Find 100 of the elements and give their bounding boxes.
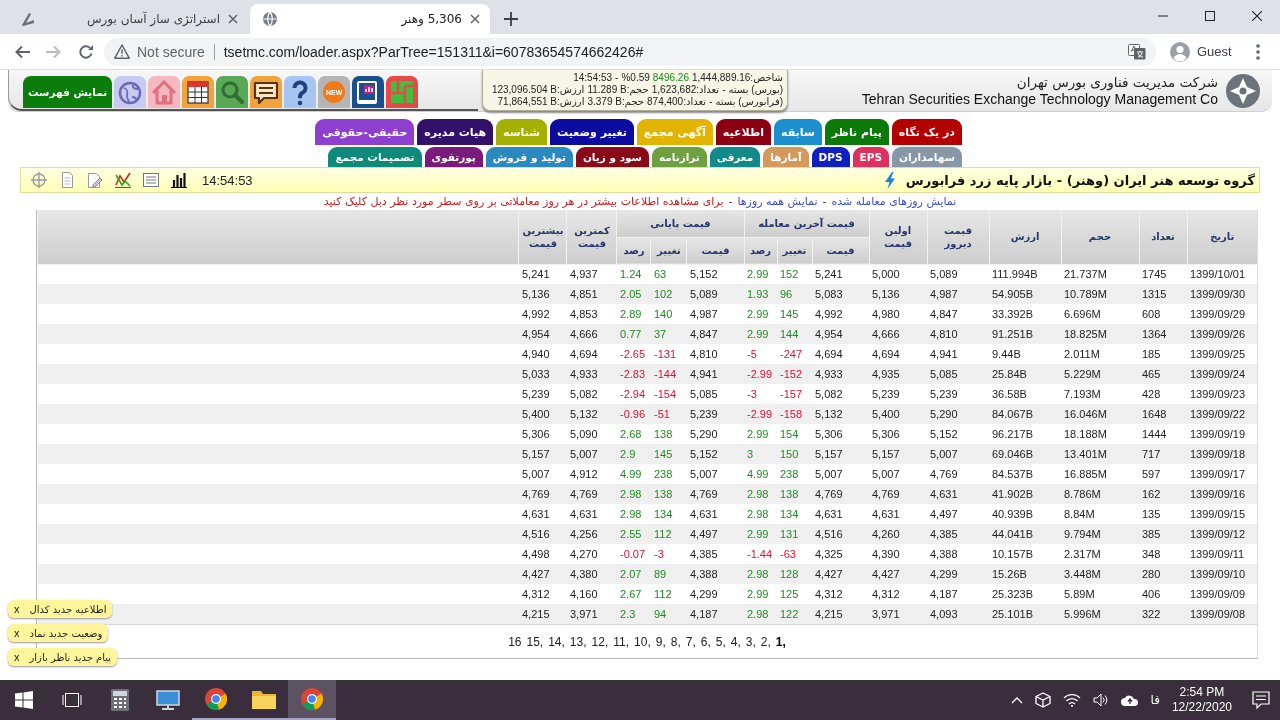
table-cell: 4,516 xyxy=(812,524,869,544)
table-cell: 5,083 xyxy=(812,284,869,304)
column-header: قیمت آخرین معامله xyxy=(744,210,869,237)
table-cell: 2.67 xyxy=(617,584,651,604)
table-cell: 5.89M xyxy=(1061,584,1139,604)
table-cell: 4,388 xyxy=(687,564,744,584)
table-cell: 4,187 xyxy=(687,604,744,624)
table-cell: -3 xyxy=(744,384,777,404)
table-cell: 5,290 xyxy=(927,404,989,424)
table-cell: 280 xyxy=(1139,564,1187,584)
table-cell: 145 xyxy=(651,444,687,464)
table-cell: 0.77 xyxy=(617,324,651,344)
table-cell: 4,093 xyxy=(927,604,989,624)
table-cell: 138 xyxy=(777,484,812,504)
table-cell: 5,152 xyxy=(687,264,744,284)
table-cell: 5,400 xyxy=(519,404,567,424)
notification-text: وضعیت جدید نماد xyxy=(29,627,103,639)
table-cell: 8.84M xyxy=(1061,504,1139,524)
table-cell: 145 xyxy=(777,304,812,324)
table-cell: 4,256 xyxy=(567,524,617,544)
table-cell: -157 xyxy=(777,384,812,404)
table-cell: 4,299 xyxy=(687,584,744,604)
table-cell: 111.994B xyxy=(989,264,1061,284)
table-cell: 5,085 xyxy=(687,384,744,404)
column-header: حجم xyxy=(1061,210,1139,264)
table-cell: 717 xyxy=(1139,444,1187,464)
table-cell: 2.98 xyxy=(744,564,777,584)
table-cell: 4,516 xyxy=(519,524,567,544)
table-cell: 3,971 xyxy=(869,604,927,624)
table-cell: 2.55 xyxy=(617,524,651,544)
table-cell: 1399/09/19 xyxy=(1187,424,1257,444)
table-cell: 5,239 xyxy=(927,384,989,404)
table-cell: 597 xyxy=(1139,464,1187,484)
table-cell: 4,940 xyxy=(519,344,567,364)
table-cell: -2.99 xyxy=(744,364,777,384)
table-cell: -154 xyxy=(651,384,687,404)
table-cell: 4,853 xyxy=(567,304,617,324)
table-cell: 5,007 xyxy=(927,444,989,464)
table-cell: 84.067B xyxy=(989,404,1061,424)
table-cell: 608 xyxy=(1139,304,1187,324)
table-cell: 5,152 xyxy=(687,444,744,464)
table-cell: 1399/10/01 xyxy=(1187,264,1257,284)
table-cell: 1399/09/26 xyxy=(1187,324,1257,344)
table-cell: 4,694 xyxy=(869,344,927,364)
table-cell: 144 xyxy=(777,324,812,344)
table-cell: 4,666 xyxy=(869,324,927,344)
table-cell: 4,299 xyxy=(927,564,989,584)
table-cell: 2.99 xyxy=(744,324,777,344)
table-cell: 4,810 xyxy=(687,344,744,364)
table-cell: 4,312 xyxy=(869,584,927,604)
table-cell: 4.99 xyxy=(617,464,651,484)
table-cell: 1399/09/16 xyxy=(1187,484,1257,504)
table-cell: 1399/09/11 xyxy=(1187,544,1257,564)
table-cell: 4,385 xyxy=(927,524,989,544)
notification-text: پیام جدید ناظر بازار xyxy=(29,651,112,663)
table-cell: -0.07 xyxy=(617,544,651,564)
table-cell: 13.401M xyxy=(1061,444,1139,464)
column-header: اولین قیمت xyxy=(869,210,927,264)
table-cell: 406 xyxy=(1139,584,1187,604)
table-cell: 4,498 xyxy=(519,544,567,564)
table-cell: 4,390 xyxy=(869,544,927,564)
table-cell: 428 xyxy=(1139,384,1187,404)
table-cell: 21.737M xyxy=(1061,264,1139,284)
table-cell: 4,631 xyxy=(869,504,927,524)
table-cell: -144 xyxy=(651,364,687,384)
table-cell: 37 xyxy=(651,324,687,344)
table-cell: 138 xyxy=(651,484,687,504)
table-cell: 4,912 xyxy=(567,464,617,484)
table-cell: 5,089 xyxy=(927,264,989,284)
table-cell: 18.825M xyxy=(1061,324,1139,344)
column-header: رصد xyxy=(617,237,651,264)
company-name: شرکت مدیریت فناوری بورس تهران xyxy=(1015,74,1218,91)
table-cell: 112 xyxy=(651,584,687,604)
table-cell: 385 xyxy=(1139,524,1187,544)
table-cell: 135 xyxy=(1139,504,1187,524)
table-cell: 1399/09/22 xyxy=(1187,404,1257,424)
table-cell: 122 xyxy=(777,604,812,624)
table-cell: 4,810 xyxy=(927,324,989,344)
table-cell: -152 xyxy=(777,364,812,384)
table-cell: 4.99 xyxy=(744,464,777,484)
table-cell: 5,007 xyxy=(812,464,869,484)
table-cell: 5,157 xyxy=(519,444,567,464)
table-cell: 5,007 xyxy=(869,464,927,484)
table-cell: 2.89 xyxy=(617,304,651,324)
clock-time: 2:54 PM xyxy=(1179,685,1225,700)
table-cell: 140 xyxy=(651,304,687,324)
table-cell: 1.93 xyxy=(744,284,777,304)
table-cell: 4,385 xyxy=(687,544,744,564)
table-cell: 4,380 xyxy=(567,564,617,584)
table-cell: 5,152 xyxy=(927,424,989,444)
table-cell: 4,987 xyxy=(687,304,744,324)
table-cell: 3,971 xyxy=(567,604,617,624)
table-cell: 5,157 xyxy=(812,444,869,464)
table-cell: 1399/09/17 xyxy=(1187,464,1257,484)
table-cell: 4,954 xyxy=(812,324,869,344)
table-cell: 1399/09/30 xyxy=(1187,284,1257,304)
table-cell: 15.26B xyxy=(989,564,1061,584)
table-cell: 2.99 xyxy=(744,584,777,604)
table-cell: -3 xyxy=(651,544,687,564)
table-cell: 4,941 xyxy=(927,344,989,364)
